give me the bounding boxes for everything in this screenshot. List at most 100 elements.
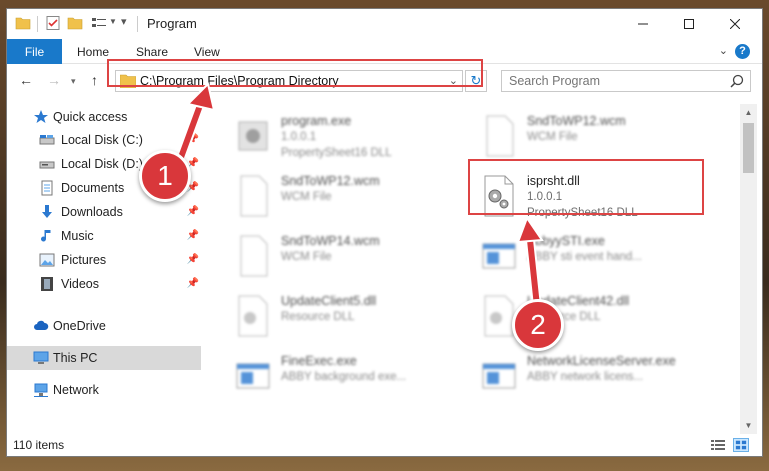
ribbon-expand-chevron-icon[interactable]: ⌄ [719,44,728,57]
file-version: 1.0.0.1 [527,191,563,203]
details-view-icon[interactable] [710,438,726,452]
sidebar-item-quick-access[interactable]: Quick access [7,105,201,129]
up-arrow-icon[interactable]: ↑ [91,72,98,88]
item-count: 110 items [13,438,65,452]
navigation-bar: ← → ▾ ↑ C:\Program Files\Program Directo… [7,64,762,98]
details-view-icon[interactable] [91,15,107,31]
scroll-down-icon[interactable]: ▼ [740,417,757,434]
sidebar-item-label: Videos [61,277,99,291]
close-icon [730,19,740,29]
address-bar[interactable]: C:\Program Files\Program Directory ⌄ [115,70,463,92]
folder-icon [120,74,136,88]
tab-home[interactable]: Home [77,45,109,59]
tab-file[interactable]: File [7,39,62,64]
music-note-icon [41,230,51,242]
search-icon[interactable] [730,74,744,88]
back-arrow-icon[interactable]: ← [19,72,33,88]
pin-icon[interactable]: 📌 [187,278,199,289]
file-name: FineExec.exe [281,354,357,368]
file-type: WCM File [281,191,332,203]
pin-icon[interactable]: 📌 [187,206,199,217]
file-item[interactable]: AbbyySTI.exe ABBY sti event hand... [479,230,729,288]
sidebar-item-music[interactable]: Music 📌 [7,224,201,248]
vertical-scrollbar[interactable]: ▲ ▼ [740,104,757,434]
dll-gear-icon [238,295,268,337]
file-type: WCM File [527,131,578,143]
sidebar-item-onedrive[interactable]: OneDrive [7,314,201,338]
file-list: program.exe 1.0.0.1 PropertySheet16 DLL … [211,104,739,434]
drive-icon [39,161,55,169]
sidebar-item-local-disk-c[interactable]: Local Disk (C:) 📌 [7,128,201,152]
explorer-window: ▼ ▾ Program File Home Share View ⌄ ? ← →… [6,8,763,457]
pin-icon[interactable]: 📌 [187,254,199,265]
file-item[interactable]: NetworkLicenseServer.exe ABBY network li… [479,350,729,408]
file-item[interactable]: SndToWP14.wcm WCM File [233,230,483,288]
file-name: UpdateClient5.dll [281,294,377,308]
sidebar-item-label: Quick access [53,110,128,124]
scroll-thumb[interactable] [743,123,754,173]
close-button[interactable] [712,9,758,39]
file-item[interactable]: FineExec.exe ABBY background exe... [233,350,483,408]
sidebar-item-downloads[interactable]: Downloads 📌 [7,200,201,224]
step-1-badge: 1 [139,150,191,202]
file-item-isprsht-dll[interactable]: isprsht.dll 1.0.0.1 PropertySheet16 DLL [479,170,729,228]
status-bar: 110 items [7,434,762,456]
recent-locations-chevron-icon[interactable]: ▾ [71,76,76,87]
file-version: 1.0.0.1 [281,131,317,143]
step-2-badge: 2 [512,299,564,351]
drive-icon [39,135,55,145]
documents-icon [41,180,53,196]
chevron-down-icon[interactable]: ⌄ [449,74,458,87]
monitor-icon [33,351,49,364]
file-item[interactable]: UpdateClient5.dll Resource DLL [233,290,483,348]
exe-window-icon [482,363,516,389]
window-title: Program [147,16,197,31]
sidebar-item-videos[interactable]: Videos 📌 [7,272,201,296]
maximize-button[interactable] [666,9,712,39]
help-icon[interactable]: ? [735,44,750,59]
sidebar-item-label: This PC [53,351,98,365]
file-item[interactable]: program.exe 1.0.0.1 PropertySheet16 DLL [233,110,483,168]
title-separator [137,16,138,32]
scroll-up-icon[interactable]: ▲ [740,104,757,121]
new-folder-icon[interactable] [67,15,83,31]
sidebar-item-pictures[interactable]: Pictures 📌 [7,248,201,272]
tab-share[interactable]: Share [136,45,168,59]
cloud-icon [34,320,49,330]
minimize-icon [638,23,648,25]
sidebar-item-network[interactable]: Network [7,378,201,402]
minimize-button[interactable] [620,9,666,39]
dll-gear-icon [484,175,514,217]
file-item[interactable]: SndToWP12.wcm WCM File [233,170,483,228]
sidebar-item-label: Downloads [61,205,123,219]
chevron-down-icon[interactable]: ▼ [109,17,117,26]
sidebar-item-label: Network [53,383,99,397]
title-separator [37,16,38,32]
forward-arrow-icon[interactable]: → [47,72,61,88]
file-name: program.exe [281,114,352,128]
sidebar-item-label: Local Disk (D:) [61,157,143,171]
search-input[interactable] [502,71,722,91]
refresh-button[interactable]: ↻ [465,70,487,92]
properties-checklist-icon[interactable] [45,15,61,31]
search-box[interactable] [501,70,751,92]
file-name: isprsht.dll [527,174,580,188]
file-type: Resource DLL [281,311,355,323]
sidebar-item-this-pc[interactable]: This PC [7,346,201,370]
exe-icon [238,121,268,151]
blank-file-icon [240,235,268,277]
file-item[interactable]: SndToWP12.wcm WCM File [479,110,729,168]
address-path[interactable]: C:\Program Files\Program Directory [140,74,339,88]
pin-icon[interactable]: 📌 [187,230,199,241]
sidebar-item-label: Pictures [61,253,107,267]
file-description: ABBY background exe... [281,371,407,383]
network-icon [34,383,48,397]
file-description: PropertySheet16 DLL [281,147,392,159]
tab-view[interactable]: View [194,45,220,59]
star-icon [34,110,48,123]
film-icon [41,277,53,291]
customize-toolbar-icon[interactable]: ▾ [121,15,127,28]
maximize-icon [684,19,694,29]
pin-icon[interactable]: 📌 [187,134,199,145]
large-icons-view-icon[interactable] [733,438,749,452]
